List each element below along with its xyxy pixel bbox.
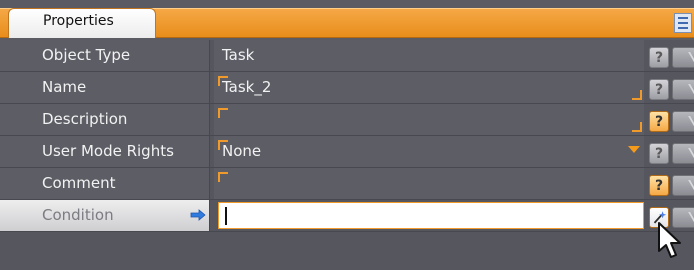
mouse-pointer-icon xyxy=(658,222,681,258)
text-caret xyxy=(225,207,227,225)
navigate-arrow-icon[interactable] xyxy=(672,143,694,164)
property-row-description: Description ? xyxy=(0,104,694,136)
property-label: Description xyxy=(0,104,210,135)
property-row-name: Name Task_2 ? xyxy=(0,72,694,104)
property-label: Name xyxy=(0,72,210,103)
field-corner-mark xyxy=(632,90,642,100)
user-mode-rights-select[interactable]: None xyxy=(214,136,644,167)
navigate-arrow-icon[interactable] xyxy=(672,79,694,100)
property-label: Condition xyxy=(0,200,210,231)
help-question-icon[interactable]: ? xyxy=(649,79,669,100)
description-field[interactable] xyxy=(214,104,644,135)
properties-panel: Properties Object Type Task ? Name Task_… xyxy=(0,0,694,270)
tab-properties-label: Properties xyxy=(43,13,114,29)
field-corner-mark xyxy=(632,122,642,132)
property-row-comment: Comment ? xyxy=(0,168,694,200)
help-question-icon[interactable]: ? xyxy=(649,175,669,196)
help-question-icon[interactable]: ? xyxy=(649,143,669,164)
navigate-arrow-icon[interactable] xyxy=(672,47,694,68)
property-label: Comment xyxy=(0,168,210,199)
property-row-user-mode-rights: User Mode Rights None ? xyxy=(0,136,694,168)
condition-input[interactable] xyxy=(218,202,644,229)
property-value: Task xyxy=(214,40,644,71)
help-question-icon[interactable]: ? xyxy=(649,111,669,132)
tab-properties[interactable]: Properties xyxy=(8,8,156,38)
comment-field[interactable] xyxy=(214,168,644,199)
property-row-object-type: Object Type Task ? xyxy=(0,40,694,72)
right-arrow-icon xyxy=(190,209,206,221)
chevron-down-icon[interactable] xyxy=(628,146,640,153)
property-label: User Mode Rights xyxy=(0,136,210,167)
name-field[interactable]: Task_2 xyxy=(214,72,644,103)
property-label: Object Type xyxy=(0,40,210,71)
navigate-arrow-icon[interactable] xyxy=(672,175,694,196)
help-question-icon[interactable]: ? xyxy=(649,47,669,68)
navigate-arrow-icon[interactable] xyxy=(672,111,694,132)
field-corner-mark xyxy=(218,172,228,182)
field-corner-mark xyxy=(218,108,228,118)
grid-view-icon[interactable] xyxy=(674,13,692,33)
property-row-condition: Condition xyxy=(0,200,694,232)
properties-header: Properties xyxy=(0,0,694,40)
